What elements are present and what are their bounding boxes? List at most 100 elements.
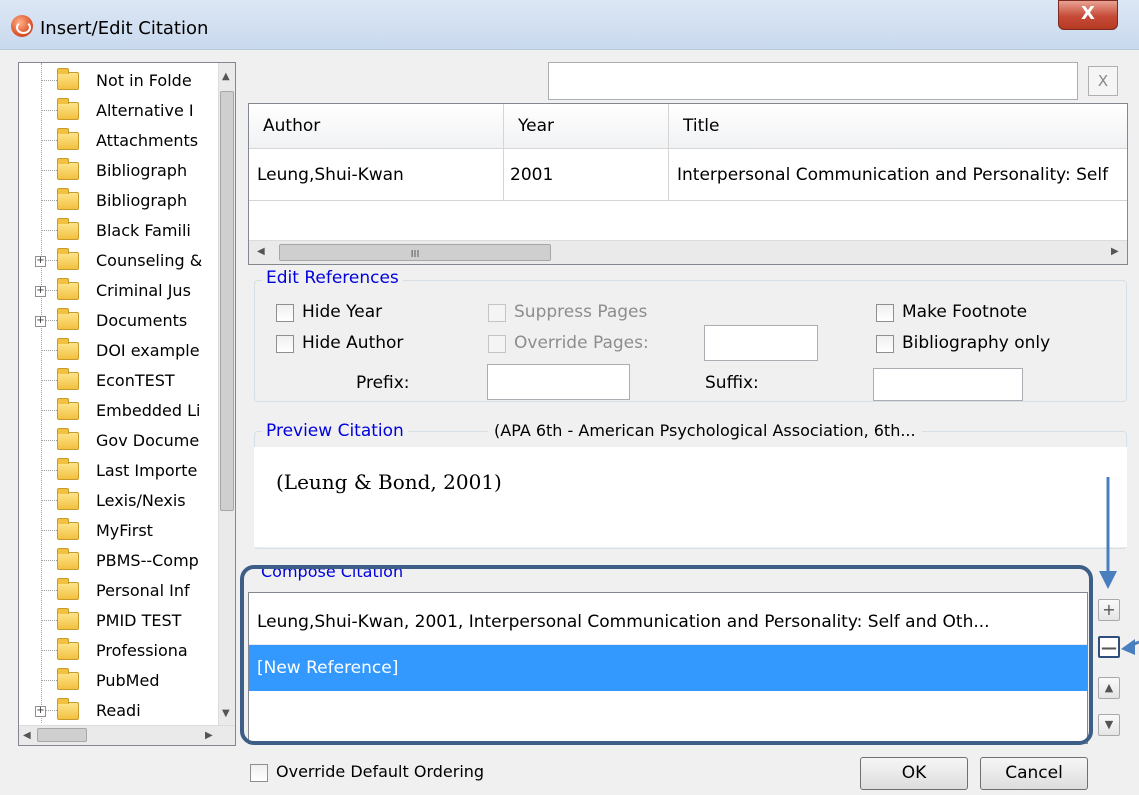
folder-label: DOI example bbox=[96, 341, 200, 360]
move-up-button[interactable]: ▲ bbox=[1098, 677, 1120, 699]
cell-author[interactable]: Leung,Shui-Kwan bbox=[249, 149, 504, 201]
folder-item[interactable]: PMID TEST bbox=[19, 608, 219, 634]
hide-year-checkbox[interactable] bbox=[276, 304, 294, 322]
tree-branch-line bbox=[41, 380, 57, 381]
tree-branch-line bbox=[41, 200, 57, 201]
folder-item[interactable]: + Counseling & bbox=[19, 248, 219, 274]
folder-item[interactable]: + Criminal Jus bbox=[19, 278, 219, 304]
suffix-input[interactable] bbox=[873, 368, 1023, 401]
edit-references-title: Edit References bbox=[262, 268, 403, 288]
folder-icon bbox=[57, 158, 79, 180]
tree-horizontal-scroll-thumb[interactable] bbox=[37, 728, 87, 742]
suppress-pages-checkbox[interactable] bbox=[488, 304, 506, 322]
column-header-author[interactable]: Author bbox=[249, 104, 504, 149]
folder-icon bbox=[57, 278, 79, 300]
folder-icon bbox=[57, 218, 79, 240]
expand-icon[interactable]: + bbox=[35, 256, 46, 267]
folder-item[interactable]: EconTEST bbox=[19, 368, 219, 394]
close-button[interactable]: X bbox=[1058, 0, 1118, 30]
preview-citation-text: (Leung & Bond, 2001) bbox=[276, 470, 502, 494]
tree-branch-line bbox=[41, 350, 57, 351]
folder-icon bbox=[57, 608, 79, 630]
prefix-input[interactable] bbox=[487, 364, 630, 400]
expand-icon[interactable]: + bbox=[35, 286, 46, 297]
grid-horizontal-scroll-thumb[interactable]: III bbox=[279, 244, 551, 261]
scroll-down-arrow-icon[interactable]: ▼ bbox=[222, 708, 230, 719]
folder-label: Counseling & bbox=[96, 251, 203, 270]
folder-item[interactable]: PubMed bbox=[19, 668, 219, 694]
folder-label: Bibliograph bbox=[96, 191, 188, 210]
make-footnote-label: Make Footnote bbox=[902, 302, 1028, 322]
folder-item[interactable]: Personal Inf bbox=[19, 578, 219, 604]
folder-item[interactable]: Attachments bbox=[19, 128, 219, 154]
expand-icon[interactable]: + bbox=[35, 706, 46, 717]
plus-icon: + bbox=[1102, 600, 1116, 619]
expand-icon[interactable]: + bbox=[35, 316, 46, 327]
folder-label: Professiona bbox=[96, 641, 188, 660]
column-header-title[interactable]: Title bbox=[669, 104, 1127, 149]
folder-label: PBMS--Comp bbox=[96, 551, 199, 570]
folder-icon bbox=[57, 428, 79, 450]
references-grid[interactable]: Author Year Title Leung,Shui-Kwan 2001 I… bbox=[248, 103, 1128, 265]
scroll-right-arrow-icon[interactable]: ▶ bbox=[1111, 246, 1119, 257]
folder-icon bbox=[57, 638, 79, 660]
folder-item[interactable]: MyFirst bbox=[19, 518, 219, 544]
hide-author-checkbox[interactable] bbox=[276, 335, 294, 353]
add-citation-button[interactable]: + bbox=[1098, 599, 1120, 621]
folder-label: Not in Folde bbox=[96, 71, 192, 90]
folder-item[interactable]: Professiona bbox=[19, 638, 219, 664]
tree-vertical-scroll-thumb[interactable] bbox=[220, 91, 234, 511]
clear-search-button[interactable]: X bbox=[1088, 66, 1118, 96]
folder-icon bbox=[57, 518, 79, 540]
folder-icon bbox=[57, 368, 79, 390]
override-pages-input[interactable] bbox=[704, 325, 818, 361]
tree-branch-line bbox=[41, 590, 57, 591]
cell-year[interactable]: 2001 bbox=[504, 149, 669, 201]
folder-tree[interactable]: Not in Folde Alternative I Attachments Bibl… bbox=[18, 62, 236, 746]
folder-item[interactable]: PBMS--Comp bbox=[19, 548, 219, 574]
folder-icon bbox=[57, 668, 79, 690]
folder-item[interactable]: DOI example bbox=[19, 338, 219, 364]
folder-label: Personal Inf bbox=[96, 581, 190, 600]
cancel-button[interactable]: Cancel bbox=[980, 757, 1088, 790]
compose-annotation-outline bbox=[240, 565, 1093, 745]
tree-branch-line bbox=[41, 110, 57, 111]
override-pages-checkbox[interactable] bbox=[488, 335, 506, 353]
scroll-right-arrow-icon[interactable]: ▶ bbox=[205, 730, 213, 741]
folder-item[interactable]: + Readi bbox=[19, 698, 219, 724]
folder-label: Bibliograph bbox=[96, 161, 188, 180]
grid-horizontal-scrollbar[interactable]: ◀ III ▶ bbox=[249, 240, 1127, 264]
scroll-grip: III bbox=[410, 249, 420, 260]
folder-item[interactable]: Black Famili bbox=[19, 218, 219, 244]
cell-title[interactable]: Interpersonal Communication and Personal… bbox=[669, 149, 1127, 201]
folder-item[interactable]: Lexis/Nexis bbox=[19, 488, 219, 514]
override-ordering-checkbox[interactable] bbox=[250, 764, 268, 782]
bibliography-only-checkbox[interactable] bbox=[876, 335, 894, 353]
column-header-year[interactable]: Year bbox=[504, 104, 669, 149]
folder-item[interactable]: Last Importe bbox=[19, 458, 219, 484]
folder-icon bbox=[57, 488, 79, 510]
folder-item[interactable]: Embedded Li bbox=[19, 398, 219, 424]
folder-icon bbox=[57, 458, 79, 480]
folder-item[interactable]: Bibliograph bbox=[19, 188, 219, 214]
scroll-left-arrow-icon[interactable]: ◀ bbox=[23, 730, 31, 741]
tree-branch-line bbox=[41, 80, 57, 81]
scroll-up-arrow-icon[interactable]: ▲ bbox=[222, 71, 230, 82]
folder-icon bbox=[57, 128, 79, 150]
folder-item[interactable]: + Documents bbox=[19, 308, 219, 334]
make-footnote-checkbox[interactable] bbox=[876, 304, 894, 322]
scroll-left-arrow-icon[interactable]: ◀ bbox=[257, 246, 265, 257]
ok-button[interactable]: OK bbox=[860, 757, 968, 790]
tree-branch-line bbox=[41, 650, 57, 651]
folder-label: EconTEST bbox=[96, 371, 175, 390]
search-input[interactable] bbox=[548, 62, 1078, 100]
remove-citation-button[interactable]: — bbox=[1098, 636, 1120, 658]
move-down-button[interactable]: ▼ bbox=[1098, 714, 1120, 736]
folder-item[interactable]: Gov Docume bbox=[19, 428, 219, 454]
folder-icon bbox=[57, 338, 79, 360]
folder-item[interactable]: Not in Folde bbox=[19, 68, 219, 94]
annotation-arrow-down-icon bbox=[1099, 571, 1117, 589]
folder-item[interactable]: Bibliograph bbox=[19, 158, 219, 184]
folder-item[interactable]: Alternative I bbox=[19, 98, 219, 124]
annotation-arrow-left-icon bbox=[1121, 639, 1135, 655]
